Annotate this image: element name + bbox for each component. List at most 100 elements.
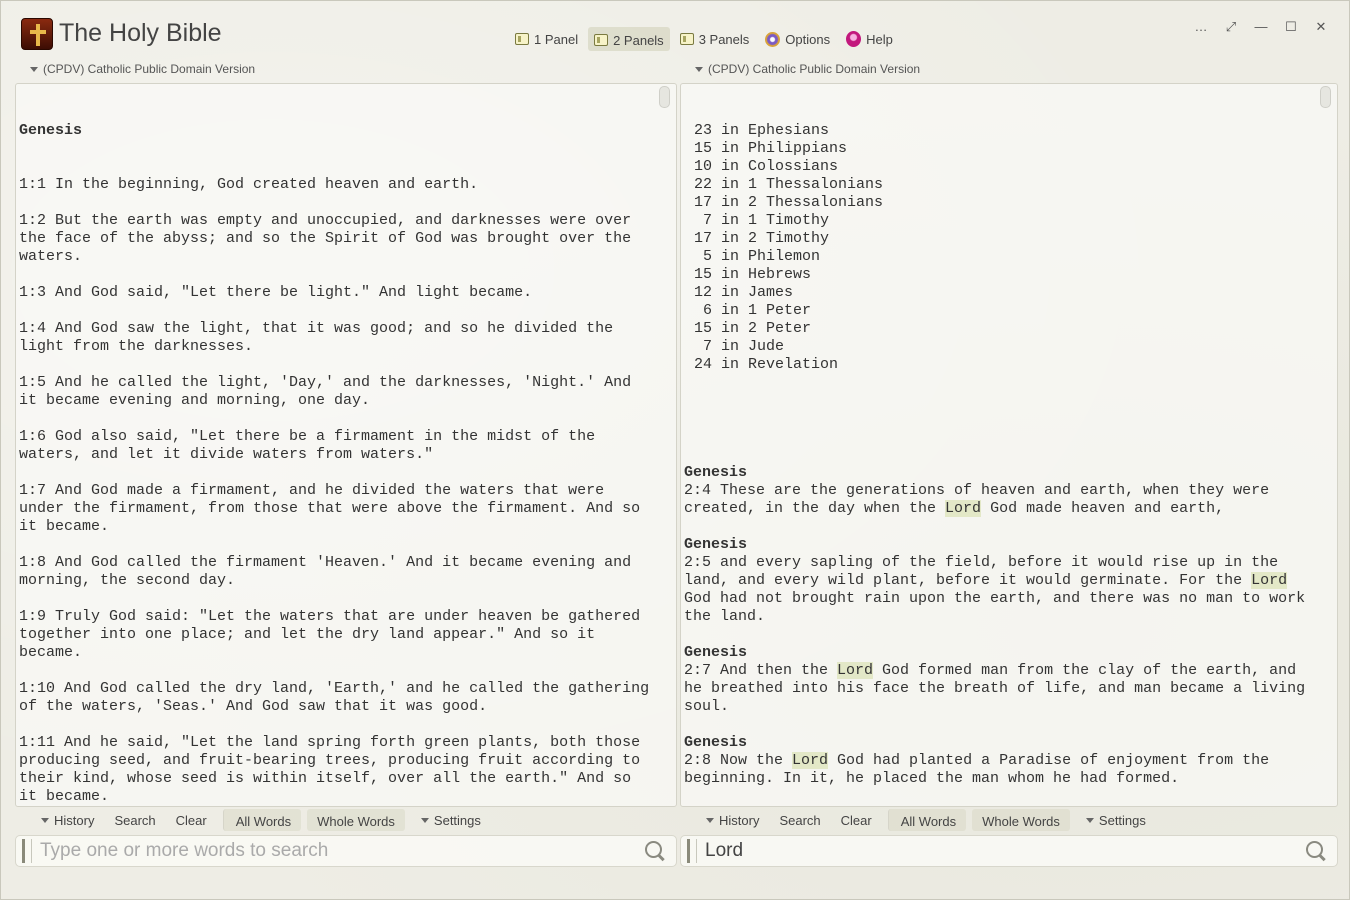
- highlighted-term: Lord: [792, 752, 829, 769]
- right-scrollbar-thumb[interactable]: [1320, 86, 1331, 108]
- verse: 1:8 And God called the firmament 'Heaven…: [19, 554, 641, 589]
- window-controls: … ⤢ — ☐ ✕: [1193, 17, 1329, 37]
- right-whole-words-toggle[interactable]: Whole Words: [972, 809, 1070, 831]
- result-count-item[interactable]: 5 in Philemon: [694, 248, 1313, 266]
- left-search-input[interactable]: [32, 837, 644, 865]
- chevron-down-icon: [30, 66, 38, 72]
- left-version-selector[interactable]: (CPDV) Catholic Public Domain Version: [15, 59, 677, 79]
- result-count-item[interactable]: 15 in Hebrews: [694, 266, 1313, 284]
- settings-label: Settings: [433, 812, 481, 828]
- result-book: Genesis: [684, 734, 748, 751]
- left-history-button[interactable]: History: [31, 809, 104, 831]
- chevron-down-icon: [1085, 817, 1094, 823]
- left-scrollbar-thumb[interactable]: [659, 86, 670, 108]
- result-book: Genesis: [684, 464, 748, 481]
- search-result[interactable]: Genesis 2:7 And then the Lord God formed …: [684, 644, 1313, 716]
- right-clear-button[interactable]: Clear: [831, 809, 882, 831]
- left-whole-words-toggle[interactable]: Whole Words: [307, 809, 405, 831]
- chevron-down-icon: [41, 817, 49, 823]
- result-count-item[interactable]: 12 in James: [694, 284, 1313, 302]
- right-version-selector[interactable]: (CPDV) Catholic Public Domain Version: [680, 59, 1338, 79]
- right-version-label: (CPDV) Catholic Public Domain Version: [708, 62, 921, 76]
- result-text-before: 2:7 And then the: [684, 662, 838, 679]
- result-text-after: God made heaven and earth,: [981, 500, 1225, 517]
- verse: 1:5 And he called the light, 'Day,' and …: [19, 374, 641, 409]
- right-settings-button[interactable]: Settings: [1076, 809, 1156, 831]
- right-panel: (CPDV) Catholic Public Domain Version 23…: [680, 59, 1338, 869]
- fullscreen-icon[interactable]: ⤢: [1223, 17, 1239, 37]
- result-count-item[interactable]: 24 in Revelation: [694, 356, 1313, 374]
- book-heading: Genesis: [19, 122, 83, 139]
- left-all-words-toggle[interactable]: All Words: [222, 809, 302, 831]
- help-label: Help: [866, 31, 893, 47]
- right-results-pane[interactable]: 23 in Ephesians 15 in Philippians 10 in Co…: [680, 83, 1338, 807]
- verse-list: 1:1 In the beginning, God created heaven…: [19, 176, 659, 806]
- grip-icon: [22, 839, 32, 863]
- right-search-input[interactable]: [697, 837, 1305, 865]
- search-icon[interactable]: [1305, 840, 1327, 862]
- right-history-button[interactable]: History: [696, 809, 769, 831]
- result-text-before: 2:8 Now the: [684, 752, 793, 769]
- verse: 1:3 And God said, "Let there be light." …: [19, 284, 533, 301]
- options-button[interactable]: Options: [759, 27, 836, 51]
- more-icon[interactable]: …: [1193, 17, 1209, 37]
- settings-label: Settings: [1098, 812, 1146, 828]
- toolbar: 1 Panel 2 Panels 3 Panels Options Help: [509, 27, 899, 51]
- highlighted-term: Lord: [837, 662, 874, 679]
- search-result[interactable]: Genesis 2:8 Now the Lord God had planted …: [684, 734, 1313, 788]
- app-title: The Holy Bible: [59, 19, 222, 47]
- right-search-box: [680, 835, 1338, 867]
- three-panels-button[interactable]: 3 Panels: [674, 27, 756, 51]
- verse: 1:7 And God made a firmament, and he div…: [19, 482, 650, 535]
- help-icon: [846, 31, 862, 47]
- left-reading-pane[interactable]: Genesis 1:1 In the beginning, God create…: [15, 83, 677, 807]
- verse: 1:11 And he said, "Let the land spring f…: [19, 734, 650, 805]
- left-clear-button[interactable]: Clear: [166, 809, 217, 831]
- highlighted-term: Lord: [945, 500, 982, 517]
- left-settings-button[interactable]: Settings: [411, 809, 491, 831]
- result-text: 2:8 Now the Lord God had planted a Parad…: [684, 752, 1313, 788]
- result-count-item[interactable]: 17 in 2 Timothy: [694, 230, 1313, 248]
- search-icon[interactable]: [644, 840, 666, 862]
- verse: 1:10 And God called the dry land, 'Earth…: [19, 680, 659, 715]
- right-all-words-toggle[interactable]: All Words: [887, 809, 967, 831]
- left-version-label: (CPDV) Catholic Public Domain Version: [43, 62, 256, 76]
- result-text: 2:7 And then the Lord God formed man fro…: [684, 662, 1313, 716]
- left-search-button[interactable]: Search: [104, 809, 165, 831]
- one-panel-button[interactable]: 1 Panel: [509, 27, 584, 51]
- result-count-item[interactable]: 15 in Philippians: [694, 140, 1313, 158]
- result-book: Genesis: [684, 644, 748, 661]
- search-result[interactable]: Genesis2:9 And from the soil the Lord Go…: [684, 806, 1313, 807]
- result-count-list: 23 in Ephesians 15 in Philippians 10 in Co…: [684, 122, 1313, 374]
- verse: 1:2 But the earth was empty and unoccupi…: [19, 212, 641, 265]
- search-result[interactable]: Genesis 2:5 and every sapling of the fiel…: [684, 536, 1313, 626]
- result-count-item[interactable]: 10 in Colossians: [694, 158, 1313, 176]
- two-panels-label: 2 Panels: [613, 32, 664, 48]
- right-search-button[interactable]: Search: [769, 809, 830, 831]
- verse: 1:1 In the beginning, God created heaven…: [19, 176, 479, 193]
- chevron-down-icon: [706, 817, 714, 823]
- search-result[interactable]: Genesis 2:4 These are the generations of …: [684, 464, 1313, 518]
- search-results: Genesis 2:4 These are the generations of …: [684, 464, 1313, 807]
- maximize-icon[interactable]: ☐: [1283, 17, 1299, 37]
- bible-cross-icon: [21, 18, 53, 50]
- one-panel-label: 1 Panel: [534, 31, 579, 47]
- left-panel: (CPDV) Catholic Public Domain Version Ge…: [15, 59, 677, 869]
- result-count-item[interactable]: 22 in 1 Thessalonians: [694, 176, 1313, 194]
- result-count-item[interactable]: 15 in 2 Peter: [694, 320, 1313, 338]
- result-count-item[interactable]: 17 in 2 Thessalonians: [694, 194, 1313, 212]
- app-window: The Holy Bible 1 Panel 2 Panels 3 Panels…: [0, 0, 1350, 900]
- three-panels-label: 3 Panels: [698, 31, 750, 47]
- options-label: Options: [785, 31, 831, 47]
- chevron-down-icon: [420, 817, 429, 823]
- result-count-item[interactable]: 7 in Jude: [694, 338, 1313, 356]
- two-panels-button[interactable]: 2 Panels: [588, 27, 670, 51]
- minimize-icon[interactable]: —: [1253, 17, 1269, 37]
- single-panel-icon: [515, 33, 529, 45]
- result-count-item[interactable]: 6 in 1 Peter: [694, 302, 1313, 320]
- help-button[interactable]: Help: [840, 27, 899, 51]
- result-count-item[interactable]: 23 in Ephesians: [694, 122, 1313, 140]
- result-count-item[interactable]: 7 in 1 Timothy: [694, 212, 1313, 230]
- three-panels-icon: [679, 33, 694, 45]
- close-icon[interactable]: ✕: [1313, 17, 1329, 37]
